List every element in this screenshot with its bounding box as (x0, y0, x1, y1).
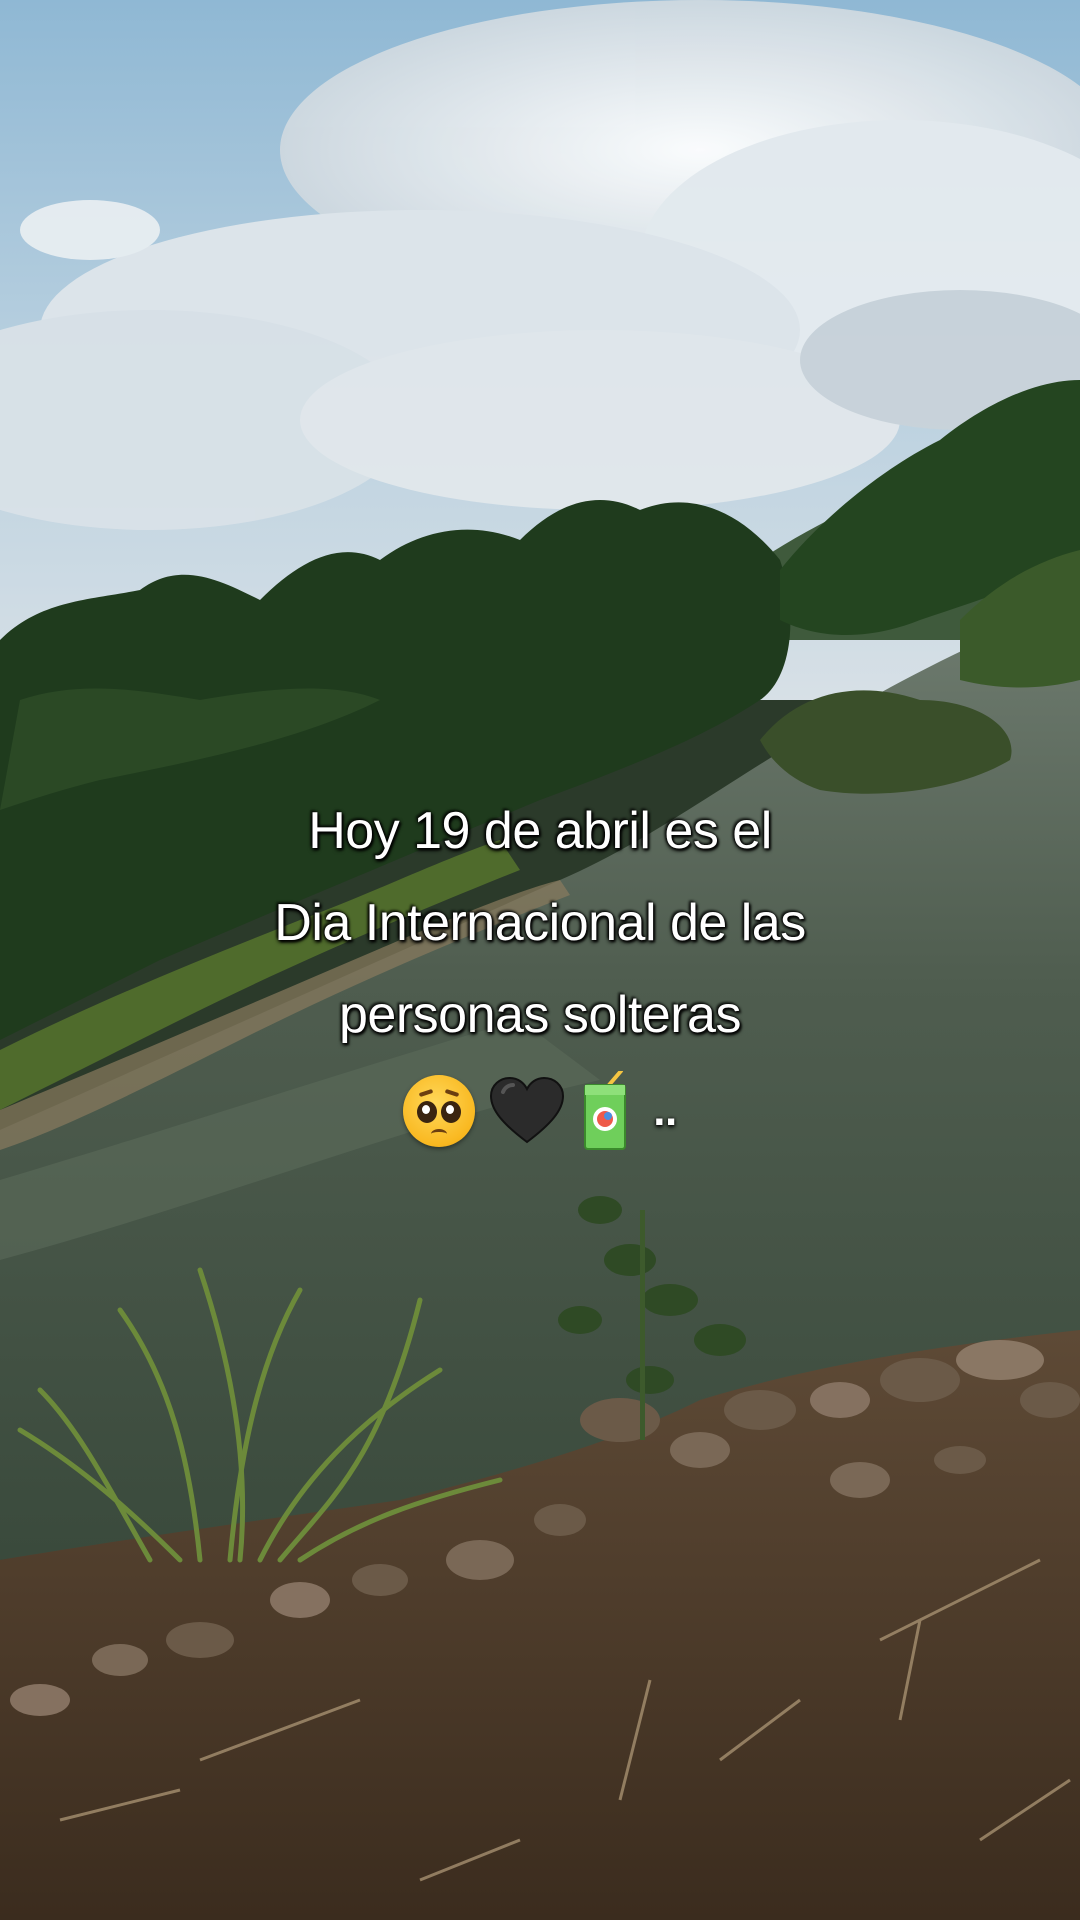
caption-line-1: Hoy 19 de abril es el (308, 802, 772, 860)
black-heart-icon (489, 1076, 565, 1146)
emoji-row: .. (0, 1069, 1080, 1151)
pleading-face-icon (403, 1075, 476, 1147)
caption-line-3: personas solteras (339, 986, 741, 1044)
trailing-dots: .. (653, 1086, 677, 1135)
caption-overlay: Hoy 19 de abril es el Dia Internacional … (0, 785, 1080, 1151)
juice-box-icon (579, 1069, 631, 1151)
caption-line-2: Dia Internacional de las (274, 894, 806, 952)
